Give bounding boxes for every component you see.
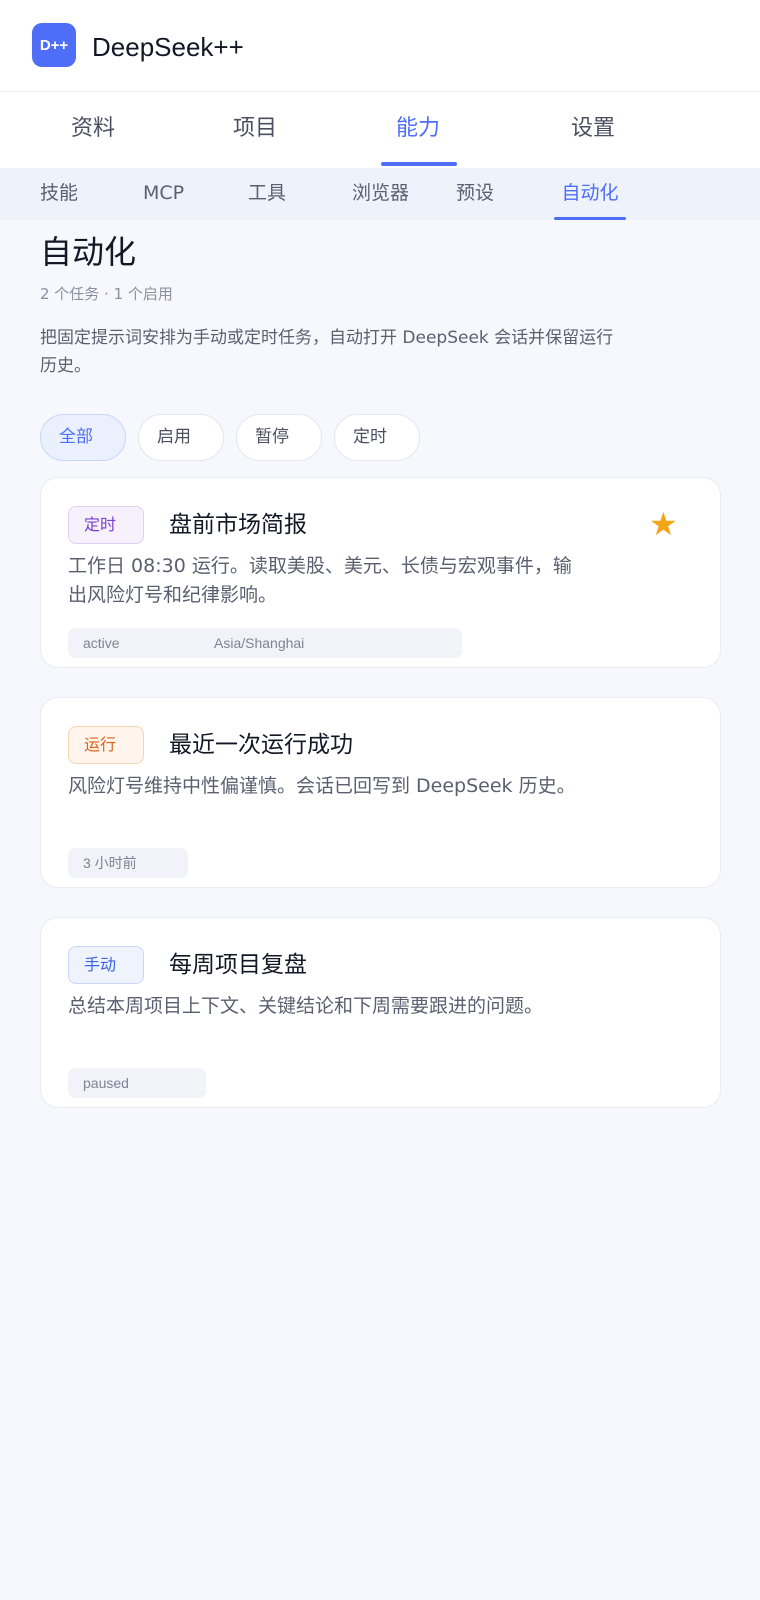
automation-card[interactable]: 运行 最近一次运行成功 风险灯号维持中性偏谨慎。会话已回写到 DeepSeek … [40,697,721,888]
status-badge: 运行 [68,726,144,764]
tab-label: 资料 [70,116,115,141]
subtab-label: 预设 [456,182,495,204]
status-tag: paused [83,1075,129,1091]
tab-label: 能力 [395,116,440,141]
filter-enabled-button[interactable]: 启用 [138,414,224,461]
subtab-label: MCP [143,182,185,204]
app-title: DeepSeek++ [92,32,244,62]
card-description: 风险灯号维持中性偏谨慎。会话已回写到 DeepSeek 历史。 [68,775,576,797]
tab-label: 设置 [570,116,615,141]
tab-capabilities[interactable]: 能力 [363,92,473,168]
page-title: 自动化 [40,233,137,271]
time-tag: 3 小时前 [83,855,137,871]
automation-card[interactable]: 定时 盘前市场简报 ★ 工作日 08:30 运行。读取美股、美元、长债与宏观事件… [40,477,721,668]
card-description: 总结本周项目上下文、关键结论和下周需要跟进的问题。 [68,995,544,1017]
card-title: 盘前市场简报 [169,512,307,538]
active-tab-indicator [381,162,457,166]
app-logo[interactable]: D++ [32,23,76,67]
subtab-browser[interactable]: 浏览器 [352,168,409,220]
card-title: 每周项目复盘 [169,952,307,978]
card-description: 工作日 08:30 运行。读取美股、美元、长债与宏观事件，输出风险灯号和纪律影响… [68,555,572,606]
subtab-label: 浏览器 [352,182,410,204]
filter-all-button[interactable]: 全部 [40,414,126,461]
subtab-presets[interactable]: 预设 [456,168,494,220]
star-icon[interactable]: ★ [649,504,678,544]
filter-scheduled-button[interactable]: 定时 [334,414,420,461]
subtab-skills[interactable]: 技能 [40,168,78,220]
subtab-mcp[interactable]: MCP [143,168,184,220]
sub-tab-bar: 技能 MCP 工具 浏览器 预设 自动化 [0,168,760,220]
filter-paused-button[interactable]: 暂停 [236,414,322,461]
subtab-label: 技能 [40,182,79,204]
tab-projects[interactable]: 项目 [200,92,310,168]
tab-materials[interactable]: 资料 [38,92,148,168]
card-tags: paused [68,1068,206,1098]
tab-settings[interactable]: 设置 [538,92,648,168]
subtab-label: 自动化 [561,182,619,204]
status-badge: 手动 [68,946,144,984]
subtab-tools[interactable]: 工具 [248,168,286,220]
active-subtab-indicator [554,217,626,220]
card-tags: 3 小时前 [68,848,188,878]
tab-label: 项目 [232,116,277,141]
app-header: D++ DeepSeek++ [0,0,760,92]
subtab-automation[interactable]: 自动化 [554,168,626,220]
main-tab-bar: 资料 项目 能力 设置 [0,92,760,168]
automation-card[interactable]: 手动 每周项目复盘 总结本周项目上下文、关键结论和下周需要跟进的问题。 paus… [40,917,721,1108]
status-tag: active [83,635,120,651]
page-description: 把固定提示词安排为手动或定时任务，自动打开 DeepSeek 会话并保留运行历史… [40,328,614,376]
task-count-summary: 2 个任务 · 1 个启用 [40,285,173,303]
card-title: 最近一次运行成功 [169,732,353,758]
timezone-tag: Asia/Shanghai [214,635,305,651]
subtab-label: 工具 [248,182,287,204]
card-tags: active Asia/Shanghai [68,628,462,658]
status-badge: 定时 [68,506,144,544]
